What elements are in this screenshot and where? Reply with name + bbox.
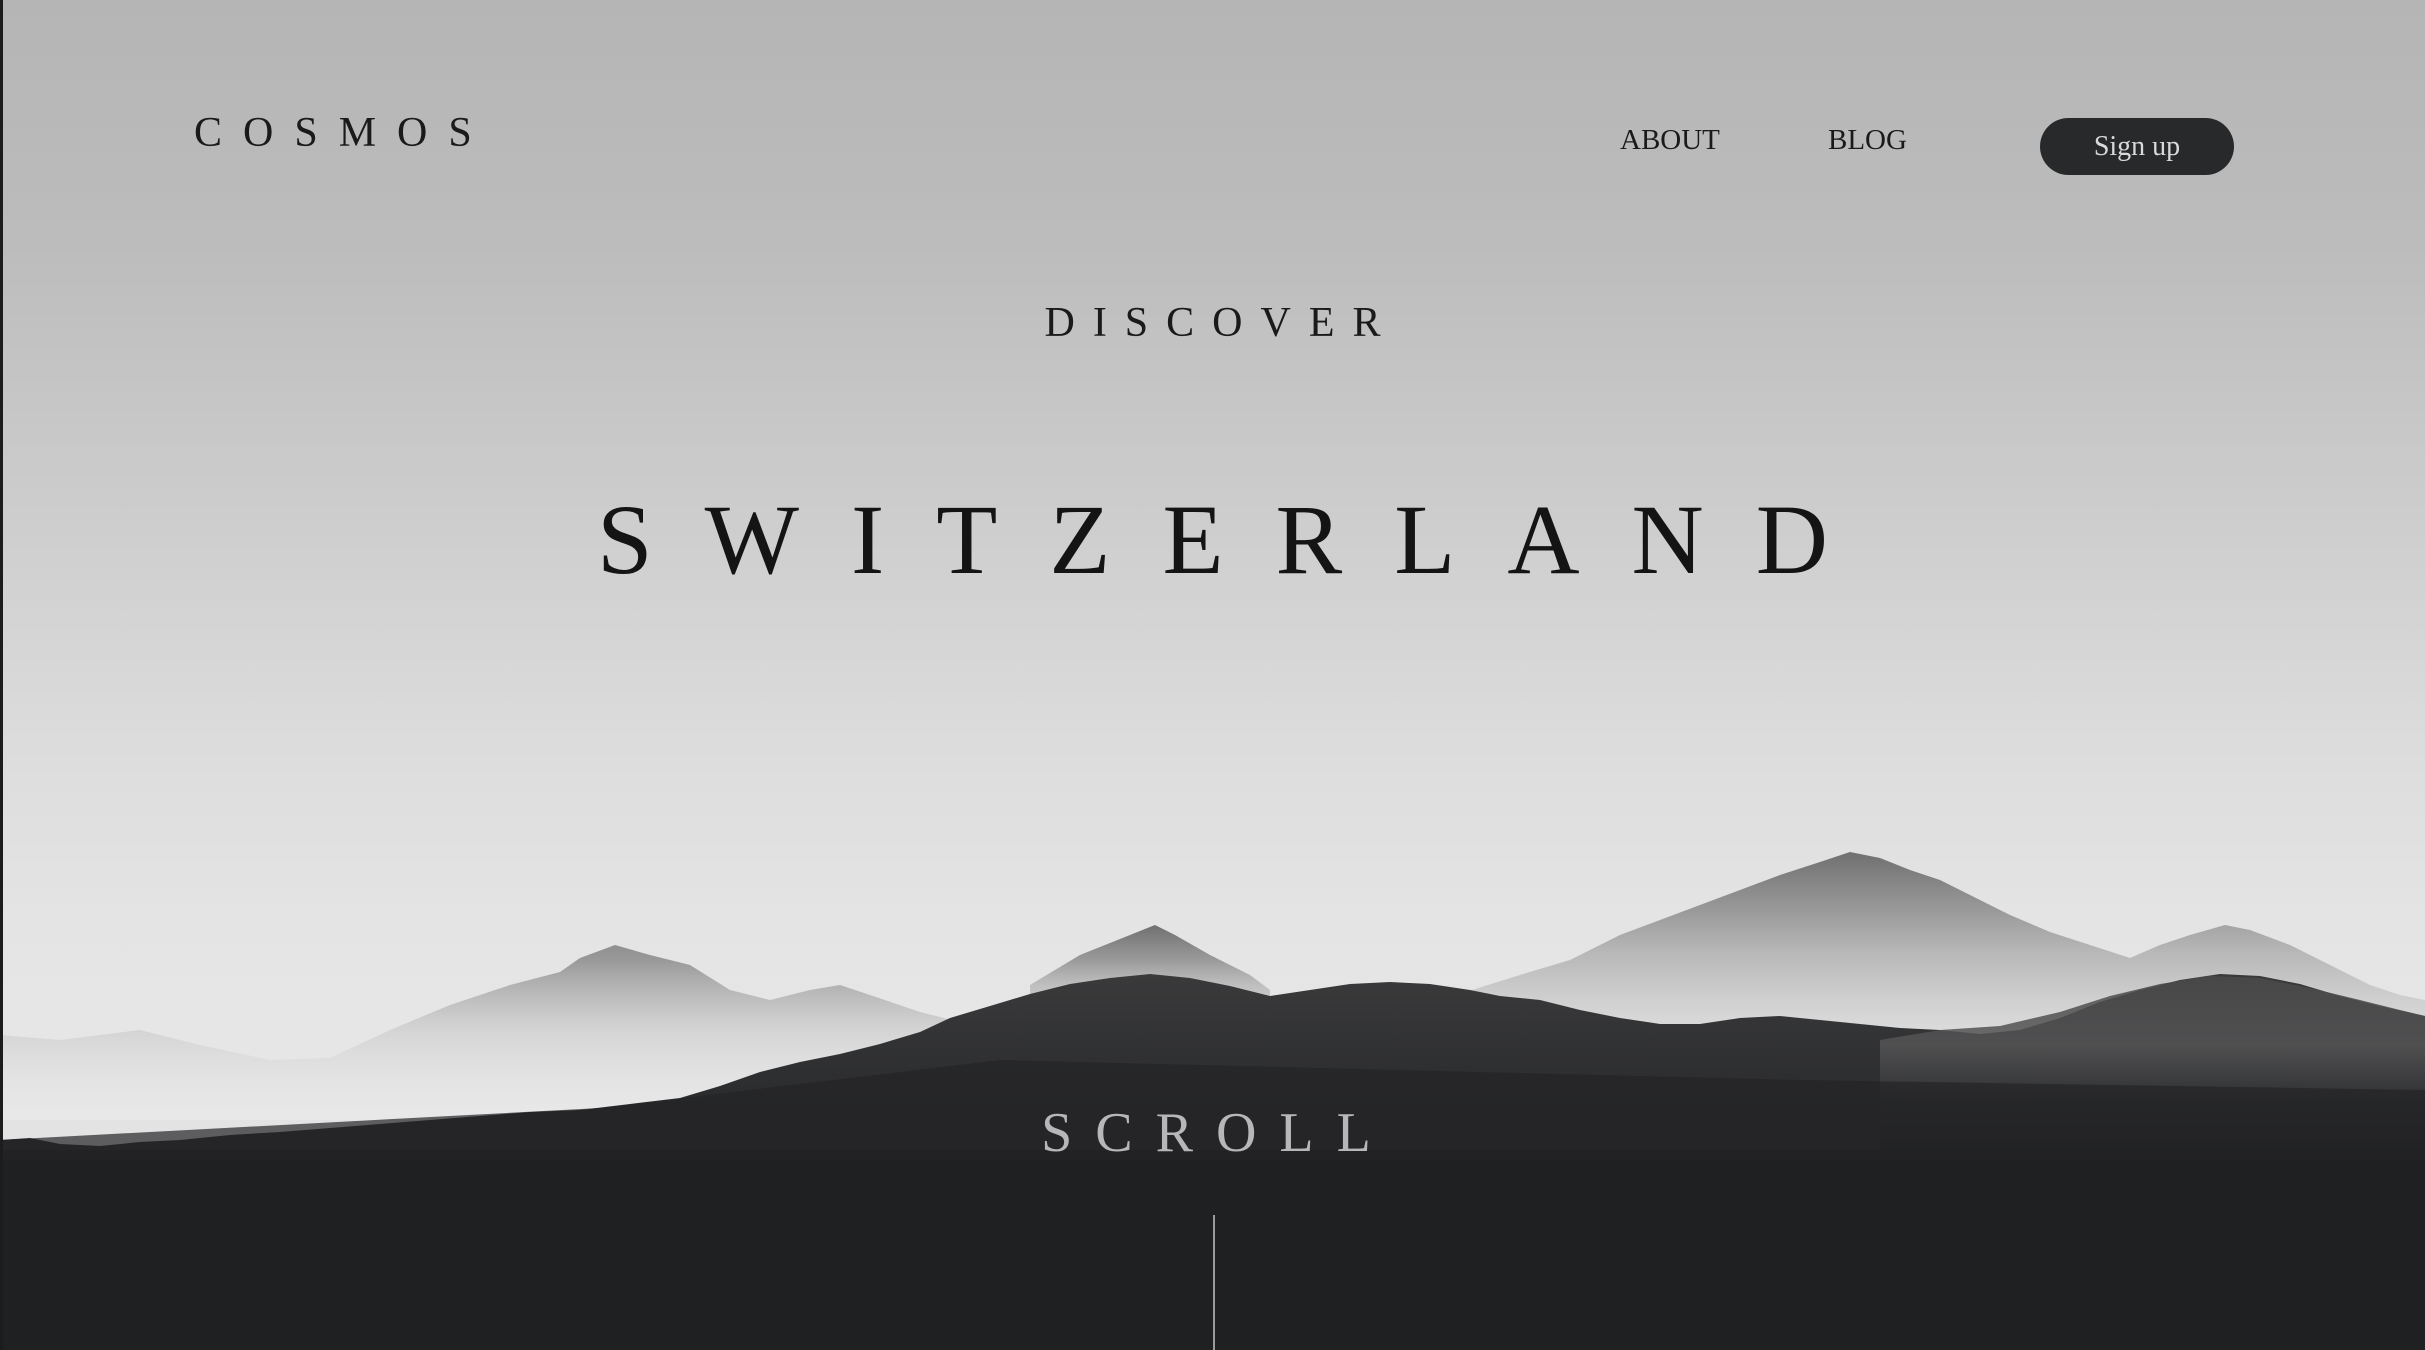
hero-eyebrow: DISCOVER (1044, 300, 1399, 346)
signup-button[interactable]: Sign up (2040, 118, 2234, 175)
scroll-indicator-label[interactable]: SCROLL (0, 1105, 2425, 1161)
site-logo[interactable]: COSMOS (194, 112, 493, 154)
nav-link-about[interactable]: ABOUT (1620, 126, 1720, 155)
hero-title: SWITZERLAND (597, 484, 1880, 595)
site-header: COSMOS ABOUT BLOG Sign up (0, 0, 2425, 200)
hero-page: COSMOS ABOUT BLOG Sign up DISCOVER SWITZ… (0, 0, 2425, 1350)
nav-link-blog[interactable]: BLOG (1828, 126, 1907, 155)
scroll-indicator-line (1213, 1215, 1215, 1350)
